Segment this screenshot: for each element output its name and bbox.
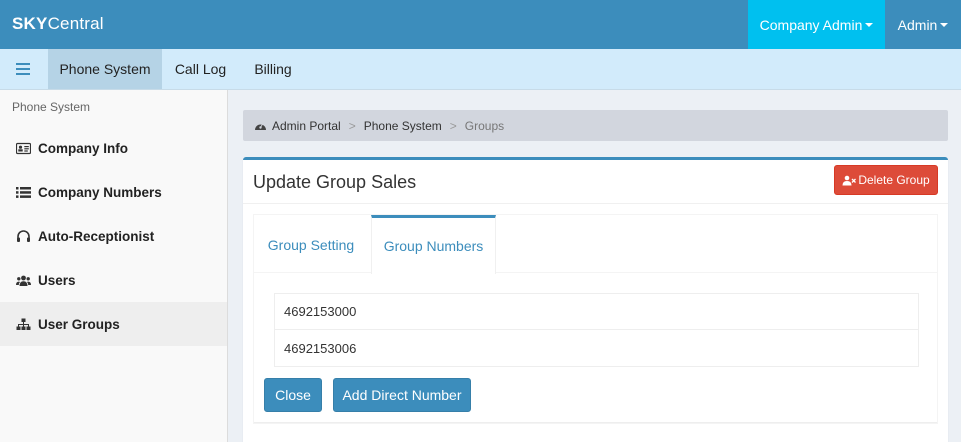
close-button[interactable]: Close	[264, 378, 322, 412]
breadcrumb-groups: Groups	[464, 118, 505, 133]
brand-rest: Central	[47, 14, 104, 33]
top-navbar: SKYCentral Company Admin Admin	[0, 0, 961, 49]
user-menu-label: Admin	[897, 16, 938, 33]
delete-group-button[interactable]: Delete Group	[834, 165, 938, 195]
update-group-box: Update Group Sales Delete Group Group Se…	[243, 157, 948, 442]
sidebar-item-label: Company Numbers	[38, 184, 162, 200]
list-icon	[15, 185, 31, 199]
sitemap-icon	[15, 317, 31, 331]
box-divider	[243, 203, 948, 204]
breadcrumb-separator: >	[449, 118, 457, 133]
breadcrumb-separator: >	[348, 118, 356, 133]
sidebar-item-label: Users	[38, 272, 76, 288]
hamburger-icon[interactable]	[0, 49, 46, 89]
tab-call-log[interactable]: Call Log	[164, 49, 237, 89]
chevron-down-icon	[865, 22, 874, 27]
user-menu-dropdown[interactable]: Admin	[885, 0, 961, 49]
company-admin-label: Company Admin	[759, 16, 863, 33]
sidebar-item-label: Company Info	[38, 140, 128, 156]
panel-divider	[254, 422, 937, 423]
headphones-icon	[15, 229, 31, 243]
breadcrumb-phone-system[interactable]: Phone System	[364, 119, 442, 133]
company-admin-dropdown[interactable]: Company Admin	[748, 0, 885, 49]
delete-group-label: Delete Group	[858, 173, 930, 187]
dashboard-icon	[255, 123, 266, 130]
sidebar-item-label: Auto-Receptionist	[38, 228, 155, 244]
breadcrumb: Admin Portal > Phone System > Groups	[243, 110, 948, 141]
tab-group-setting[interactable]: Group Setting	[254, 215, 368, 274]
sidebar-item-users[interactable]: Users	[0, 258, 227, 302]
tab-panel: Group Setting Group Numbers 4692153000 4…	[253, 214, 938, 424]
sidebar-header: Phone System	[12, 100, 91, 114]
brand-bold: SKY	[12, 14, 48, 33]
users-icon	[15, 273, 31, 287]
list-item: 4692153000	[274, 293, 919, 330]
direct-numbers-list: 4692153000 4692153006	[274, 293, 919, 367]
sidebar-item-label: User Groups	[38, 316, 120, 332]
list-item: 4692153006	[274, 330, 919, 367]
user-times-icon	[842, 175, 857, 185]
tab-phone-system[interactable]: Phone System	[48, 49, 162, 89]
secondary-navbar: Phone System Call Log Billing	[0, 49, 961, 90]
add-direct-number-button[interactable]: Add Direct Number	[333, 378, 471, 412]
id-card-icon	[15, 141, 31, 155]
sidebar: Phone System Company Info Company Number…	[0, 90, 228, 442]
chevron-down-icon	[940, 22, 949, 27]
sidebar-item-auto-receptionist[interactable]: Auto-Receptionist	[0, 214, 227, 258]
sidebar-item-company-info[interactable]: Company Info	[0, 126, 227, 170]
sidebar-item-user-groups[interactable]: User Groups	[0, 302, 227, 346]
sidebar-item-company-numbers[interactable]: Company Numbers	[0, 170, 227, 214]
page-title: Update Group Sales	[253, 172, 417, 192]
tab-billing[interactable]: Billing	[241, 49, 305, 89]
breadcrumb-admin-portal[interactable]: Admin Portal	[272, 119, 341, 133]
tab-group-numbers[interactable]: Group Numbers	[371, 215, 496, 274]
brand-logo[interactable]: SKYCentral	[12, 14, 104, 34]
